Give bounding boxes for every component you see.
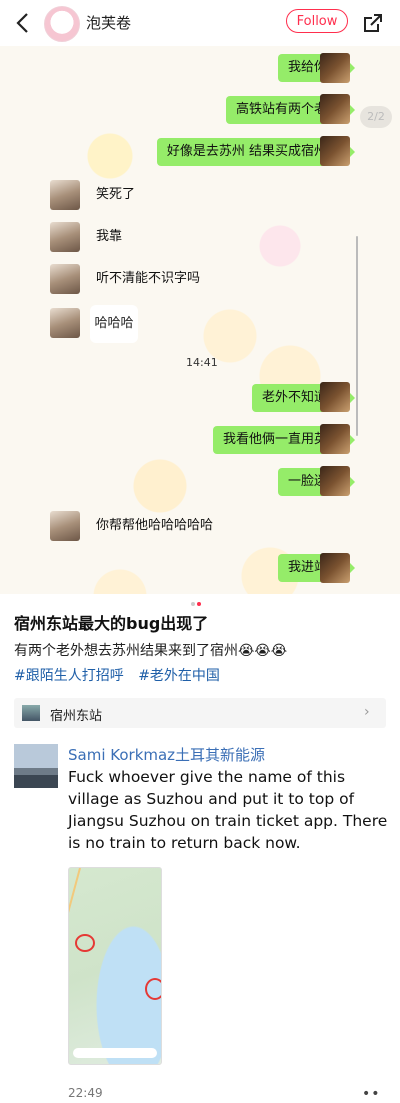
chat-avatar-left [50,180,80,210]
chevron-right-icon: › [364,704,370,720]
chat-scrollbar [356,236,358,436]
chat-bubble-left: 你帮帮他哈哈哈哈哈 [96,518,214,533]
map-road [69,868,81,1058]
location-card[interactable]: 宿州东站 › [14,698,386,728]
chat-avatar-left [50,222,80,252]
chat-avatar-right [320,136,350,166]
chat-avatar-right [320,424,350,454]
follow-button[interactable]: Follow [286,9,348,33]
tweet-text: Fuck whoever give the name of this villa… [68,768,388,852]
top-bar: 泡芙卷 Follow [0,0,400,46]
chat-avatar-left [50,511,80,541]
tweet-author: Sami Korkmaz土耳其新能源 [68,746,266,764]
author-nickname[interactable]: 泡芙卷 [86,12,131,33]
post-image-tweet[interactable]: Sami Korkmaz土耳其新能源 Fuck whoever give the… [0,736,400,1103]
tweet-time: 22:49 [68,1086,103,1100]
tweet-avatar [14,744,58,788]
chat-avatar-right [320,466,350,496]
post-description: 有两个老外想去苏州结果来到了宿州😭😭😭 [14,643,288,659]
chat-avatar-left [50,264,80,294]
carousel-dot-active [197,602,201,606]
author-avatar[interactable] [44,6,80,42]
chevron-left-icon[interactable] [12,10,34,36]
chat-bubble-left: 我靠 [96,229,123,244]
carousel-dots [190,591,202,610]
location-name: 宿州东站 [50,709,103,724]
map-circle-marker [75,934,95,952]
image-page-indicator: 2/2 [360,106,392,128]
map-circle-marker [145,978,161,1000]
hashtag-link[interactable]: #跟陌生人打招呼 [14,668,124,684]
map-search-bar [73,1048,157,1058]
chat-avatar-right [320,553,350,583]
map-screenshot [68,867,162,1065]
location-thumbnail [22,705,40,721]
chat-timestamp: 14:41 [186,356,218,369]
chat-bubble-left: 哈哈哈 [90,305,138,343]
post-title: 宿州东站最大的bug出现了 [14,614,209,633]
chat-bubble-left: 听不清能不识字吗 [96,271,201,286]
chat-avatar-right [320,94,350,124]
share-icon[interactable] [362,12,384,34]
post-image-chat-screenshot[interactable]: 2/2 我给你讲 高铁站有两个老外 好像是去苏州 结果买成宿州了 笑死了 我靠 … [0,46,400,594]
chat-avatar-right [320,53,350,83]
more-icon[interactable]: •• [362,1086,381,1102]
chat-avatar-left [50,308,80,338]
post-tags: #跟陌生人打招呼 #老外在中国 [14,665,230,685]
carousel-dot [191,602,195,606]
chat-avatar-right [320,382,350,412]
hashtag-link[interactable]: #老外在中国 [138,668,220,684]
chat-bubble-left: 笑死了 [96,187,136,202]
